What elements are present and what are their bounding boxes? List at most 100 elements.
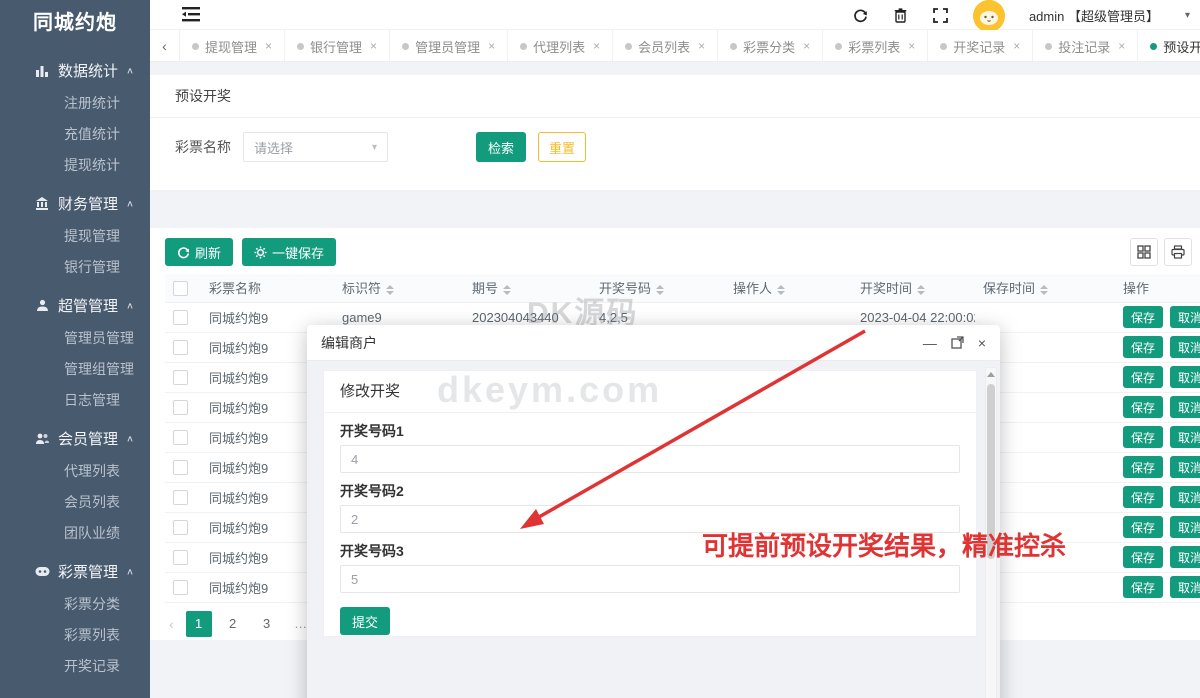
close-icon[interactable]: ×: [370, 39, 377, 53]
sidebar-item-lottery-list[interactable]: 彩票列表: [0, 620, 150, 651]
row-checkbox[interactable]: [173, 460, 188, 475]
draw-number-1-input[interactable]: [340, 445, 960, 473]
tab-agent-list[interactable]: 代理列表×: [508, 30, 613, 62]
row-cancel-button[interactable]: 取消: [1170, 426, 1200, 448]
row-save-button[interactable]: 保存: [1123, 336, 1163, 358]
sidebar-item-team-performance[interactable]: 团队业绩: [0, 518, 150, 549]
col-operator[interactable]: 操作人: [725, 274, 852, 302]
refresh-button[interactable]: 刷新: [165, 238, 233, 266]
avatar[interactable]: [973, 0, 1005, 32]
row-checkbox[interactable]: [173, 520, 188, 535]
tab-lottery-list[interactable]: 彩票列表×: [823, 30, 928, 62]
tab-bet-records[interactable]: 投注记录×: [1033, 30, 1138, 62]
collapse-sidebar-icon[interactable]: [182, 7, 200, 22]
sort-icon[interactable]: [777, 285, 785, 295]
sort-icon[interactable]: [503, 285, 511, 295]
col-identifier[interactable]: 标识符: [334, 274, 464, 302]
col-issue[interactable]: 期号: [464, 274, 591, 302]
modal-scrollbar[interactable]: [985, 367, 997, 698]
print-icon[interactable]: [1164, 238, 1192, 266]
sidebar-item-register-stats[interactable]: 注册统计: [0, 88, 150, 119]
reset-button[interactable]: 重置: [538, 132, 586, 162]
page-3[interactable]: 3: [254, 611, 280, 637]
sidebar-section-finance[interactable]: 财务管理 ∧: [0, 185, 150, 221]
row-save-button[interactable]: 保存: [1123, 576, 1163, 598]
sort-icon[interactable]: [917, 285, 925, 295]
tab-lottery-category[interactable]: 彩票分类×: [718, 30, 823, 62]
tab-preset-draw[interactable]: 预设开奖×: [1138, 30, 1200, 62]
page-2[interactable]: 2: [220, 611, 246, 637]
col-draw-numbers[interactable]: 开奖号码: [591, 274, 725, 302]
sidebar-section-lottery[interactable]: 彩票管理 ∧: [0, 553, 150, 589]
row-cancel-button[interactable]: 取消: [1170, 486, 1200, 508]
sidebar-item-member-list[interactable]: 会员列表: [0, 487, 150, 518]
refresh-icon[interactable]: [853, 7, 869, 23]
column-filter-icon[interactable]: [1130, 238, 1158, 266]
maximize-icon[interactable]: [951, 336, 964, 349]
save-all-button[interactable]: 一键保存: [242, 238, 336, 266]
lottery-name-select[interactable]: 请选择 ▾: [243, 132, 388, 162]
row-cancel-button[interactable]: 取消: [1170, 576, 1200, 598]
row-checkbox[interactable]: [173, 430, 188, 445]
submit-button[interactable]: 提交: [340, 607, 390, 635]
row-checkbox[interactable]: [173, 580, 188, 595]
row-save-button[interactable]: 保存: [1123, 366, 1163, 388]
row-save-button[interactable]: 保存: [1123, 516, 1163, 538]
row-checkbox[interactable]: [173, 550, 188, 565]
tab-admin-mgmt[interactable]: 管理员管理×: [390, 30, 508, 62]
clear-cache-icon[interactable]: [893, 7, 909, 23]
row-save-button[interactable]: 保存: [1123, 426, 1163, 448]
sidebar-section-members[interactable]: 会员管理 ∧: [0, 420, 150, 456]
row-checkbox[interactable]: [173, 400, 188, 415]
row-cancel-button[interactable]: 取消: [1170, 306, 1200, 328]
sidebar-item-recharge-stats[interactable]: 充值统计: [0, 119, 150, 150]
close-icon[interactable]: ×: [265, 39, 272, 53]
col-draw-time[interactable]: 开奖时间: [852, 274, 975, 302]
sort-icon[interactable]: [386, 285, 394, 295]
sidebar-item-admin-group-mgmt[interactable]: 管理组管理: [0, 354, 150, 385]
col-save-time[interactable]: 保存时间: [975, 274, 1115, 302]
sidebar-item-log-mgmt[interactable]: 日志管理: [0, 385, 150, 416]
row-save-button[interactable]: 保存: [1123, 306, 1163, 328]
row-checkbox[interactable]: [173, 310, 188, 325]
row-checkbox[interactable]: [173, 490, 188, 505]
row-save-button[interactable]: 保存: [1123, 456, 1163, 478]
sidebar-section-super-admin[interactable]: 超管管理 ∧: [0, 287, 150, 323]
row-cancel-button[interactable]: 取消: [1170, 336, 1200, 358]
scrollbar-thumb[interactable]: [987, 384, 995, 559]
tab-withdraw-mgmt[interactable]: 提现管理×: [180, 30, 285, 62]
sort-icon[interactable]: [1040, 285, 1048, 295]
prev-page-icon[interactable]: ‹: [165, 616, 178, 632]
row-cancel-button[interactable]: 取消: [1170, 546, 1200, 568]
tab-scroll-left-icon[interactable]: ‹: [150, 30, 180, 62]
draw-number-3-input[interactable]: [340, 565, 960, 593]
close-icon[interactable]: ×: [593, 39, 600, 53]
sidebar-item-withdraw-stats[interactable]: 提现统计: [0, 150, 150, 181]
row-save-button[interactable]: 保存: [1123, 396, 1163, 418]
close-icon[interactable]: ×: [1118, 39, 1125, 53]
sidebar-item-bank-mgmt[interactable]: 银行管理: [0, 252, 150, 283]
admin-user-label[interactable]: admin 【超级管理员】: [1029, 6, 1159, 25]
row-save-button[interactable]: 保存: [1123, 486, 1163, 508]
row-checkbox[interactable]: [173, 340, 188, 355]
page-1[interactable]: 1: [186, 611, 212, 637]
sidebar-item-withdraw-mgmt[interactable]: 提现管理: [0, 221, 150, 252]
sort-icon[interactable]: [656, 285, 664, 295]
tab-draw-records[interactable]: 开奖记录×: [928, 30, 1033, 62]
row-cancel-button[interactable]: 取消: [1170, 456, 1200, 478]
sidebar-item-draw-records[interactable]: 开奖记录: [0, 651, 150, 682]
sidebar-item-lottery-category[interactable]: 彩票分类: [0, 589, 150, 620]
row-save-button[interactable]: 保存: [1123, 546, 1163, 568]
sidebar-section-data-stats[interactable]: 数据统计 ∧: [0, 52, 150, 88]
close-icon[interactable]: ×: [803, 39, 810, 53]
search-button[interactable]: 检索: [476, 132, 526, 162]
fullscreen-icon[interactable]: [933, 7, 949, 23]
row-checkbox[interactable]: [173, 370, 188, 385]
scroll-up-icon[interactable]: [987, 372, 995, 377]
row-cancel-button[interactable]: 取消: [1170, 366, 1200, 388]
close-icon[interactable]: ×: [1013, 39, 1020, 53]
sidebar-item-admin-mgmt[interactable]: 管理员管理: [0, 323, 150, 354]
close-icon[interactable]: ×: [698, 39, 705, 53]
draw-number-2-input[interactable]: [340, 505, 960, 533]
sidebar-item-agent-list[interactable]: 代理列表: [0, 456, 150, 487]
